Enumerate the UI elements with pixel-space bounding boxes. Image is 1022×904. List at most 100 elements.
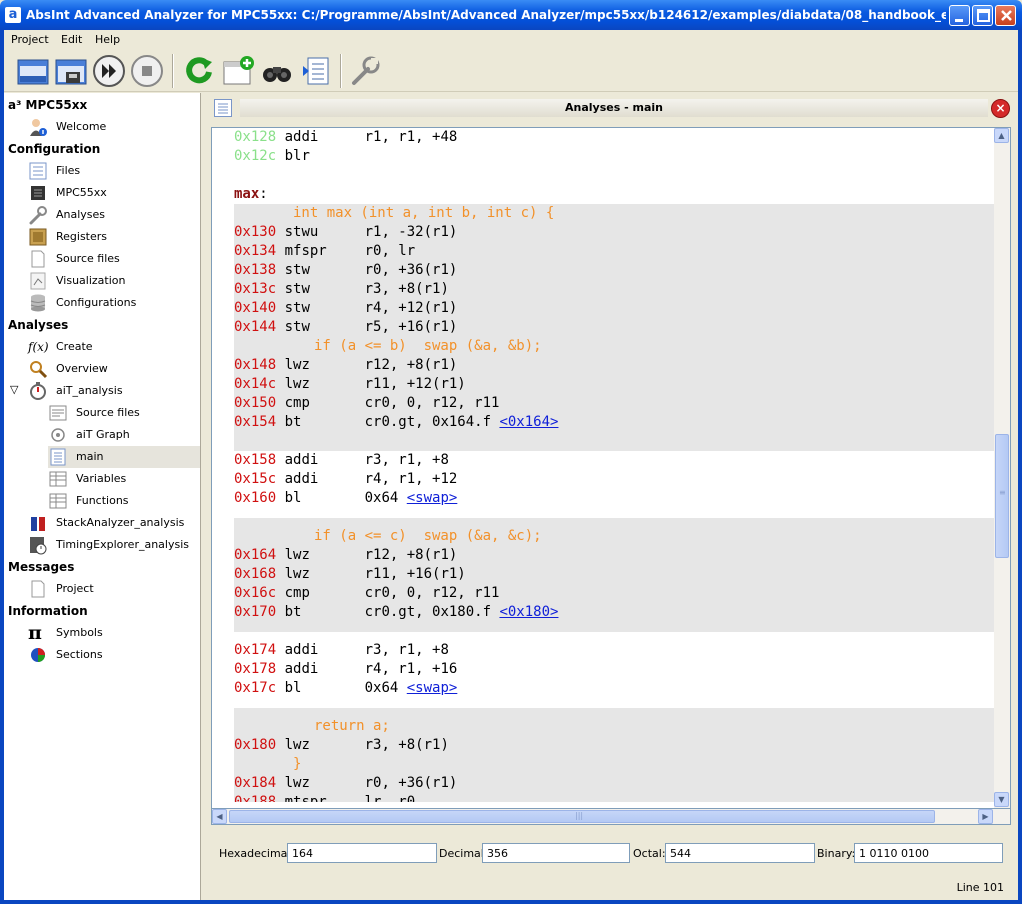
code-line: 0x144 stw r5, +16(r1) bbox=[234, 319, 458, 335]
hex-field[interactable]: 164 bbox=[287, 843, 437, 863]
register-box-icon bbox=[29, 228, 47, 246]
panel-title: Analyses - main bbox=[240, 99, 988, 117]
scroll-left-arrow-icon[interactable]: ◀ bbox=[212, 809, 227, 824]
sidebar-root-title: a³ MPC55xx bbox=[8, 98, 88, 112]
sidebar-item-welcome[interactable]: Welcome bbox=[28, 116, 200, 138]
stop-icon bbox=[131, 55, 163, 87]
code-line: 0x12c blr bbox=[234, 148, 310, 164]
code-line: 0x178 addi r4, r1, +16 bbox=[234, 661, 458, 677]
decimal-field[interactable]: 356 bbox=[482, 843, 630, 863]
close-panel-button[interactable]: × bbox=[991, 99, 1010, 118]
visualization-icon bbox=[30, 272, 46, 290]
code-line: 0x134 mfspr r0, lr bbox=[234, 243, 416, 259]
menu-help[interactable]: Help bbox=[95, 33, 120, 46]
user-info-icon bbox=[30, 119, 47, 136]
stop-button[interactable] bbox=[130, 54, 164, 88]
call-target-link[interactable]: <swap> bbox=[407, 490, 458, 506]
code-view[interactable]: 0x128 addi r1, r1, +48 0x12c blr max: int… bbox=[211, 127, 1011, 809]
window-frame-bottom bbox=[0, 900, 1022, 904]
tree-expander-icon[interactable]: ▽ bbox=[10, 383, 18, 396]
code-line: 0x170 bt cr0.gt, 0x180.f <0x180> bbox=[234, 604, 559, 620]
sidebar-item-create[interactable]: f(x) Create bbox=[28, 336, 200, 358]
scroll-down-arrow-icon[interactable]: ▼ bbox=[994, 792, 1009, 807]
title-bar: a AbsInt Advanced Analyzer for MPC55xx: … bbox=[0, 0, 1022, 30]
code-line: 0x188 mtspr lr, r0 bbox=[234, 794, 416, 802]
goto-line-button[interactable] bbox=[300, 54, 334, 88]
sidebar-item-timingexplorer[interactable]: TimingExplorer_analysis bbox=[28, 534, 200, 556]
menu-edit[interactable]: Edit bbox=[61, 33, 82, 46]
sidebar-item-stackanalyzer[interactable]: StackAnalyzer_analysis bbox=[28, 512, 200, 534]
add-analysis-button[interactable] bbox=[222, 54, 256, 88]
code-line: 0x168 lwz r11, +16(r1) bbox=[234, 566, 466, 582]
sidebar-item-analyses[interactable]: Analyses bbox=[28, 204, 200, 226]
code-line: 0x164 lwz r12, +8(r1) bbox=[234, 547, 458, 563]
sidebar-item-overview[interactable]: Overview bbox=[28, 358, 200, 380]
sidebar-section-information: Information bbox=[8, 604, 88, 618]
toolbar bbox=[4, 50, 1018, 92]
minimize-button[interactable] bbox=[949, 5, 970, 26]
window-icon bbox=[17, 59, 49, 85]
sidebar-item-project[interactable]: Project bbox=[28, 578, 200, 600]
vertical-scroll-thumb[interactable]: ≡ bbox=[995, 434, 1009, 558]
wrench-icon bbox=[29, 206, 47, 225]
pie-chart-icon bbox=[31, 648, 45, 662]
line-number-status: Line 101 bbox=[956, 881, 1004, 894]
code-line: 0x150 cmp cr0, 0, r12, r11 bbox=[234, 395, 500, 411]
search-button[interactable] bbox=[260, 54, 294, 88]
sidebar-item-main[interactable]: main bbox=[48, 446, 200, 468]
database-icon bbox=[30, 294, 46, 312]
scroll-up-arrow-icon[interactable]: ▲ bbox=[994, 128, 1009, 143]
code-line: 0x13c stw r3, +8(r1) bbox=[234, 281, 449, 297]
binary-field[interactable]: 1 0110 0100 bbox=[854, 843, 1003, 863]
source-file-icon bbox=[49, 405, 67, 421]
sidebar-item-registers[interactable]: Registers bbox=[28, 226, 200, 248]
add-window-icon bbox=[223, 56, 254, 85]
menu-project[interactable]: Project bbox=[11, 33, 49, 46]
refresh-button[interactable] bbox=[182, 54, 216, 88]
sidebar-item-ait-analysis[interactable]: aiT_analysis bbox=[28, 380, 200, 402]
sidebar-item-visualization[interactable]: Visualization bbox=[28, 270, 200, 292]
code-line: 0x130 stwu r1, -32(r1) bbox=[234, 224, 458, 240]
sidebar-item-variables[interactable]: Variables bbox=[48, 468, 200, 490]
code-line: 0x158 addi r3, r1, +8 bbox=[234, 452, 449, 468]
sidebar-item-source-files[interactable]: Source files bbox=[28, 248, 200, 270]
code-line: 0x17c bl 0x64 <swap> bbox=[234, 680, 458, 696]
sidebar-item-sections[interactable]: Sections bbox=[28, 644, 200, 666]
scroll-right-arrow-icon[interactable]: ▶ bbox=[978, 809, 993, 824]
run-button[interactable] bbox=[92, 54, 126, 88]
stopwatch-icon bbox=[30, 382, 46, 400]
document-icon bbox=[31, 580, 45, 598]
settings-button[interactable] bbox=[348, 54, 382, 88]
stack-bars-icon bbox=[31, 517, 45, 531]
sidebar-item-mpc55xx[interactable]: MPC55xx bbox=[28, 182, 200, 204]
code-line: 0x140 stw r4, +12(r1) bbox=[234, 300, 458, 316]
code-line: 0x138 stw r0, +36(r1) bbox=[234, 262, 458, 278]
maximize-icon bbox=[977, 9, 990, 22]
document-icon bbox=[31, 250, 45, 268]
call-target-link[interactable]: <swap> bbox=[407, 680, 458, 696]
chip-icon bbox=[31, 186, 45, 200]
maximize-button[interactable] bbox=[972, 5, 993, 26]
horizontal-scrollbar[interactable]: ◀ ||| ▶ bbox=[211, 809, 1011, 825]
sidebar-item-functions[interactable]: Functions bbox=[48, 490, 200, 512]
branch-target-link[interactable]: <0x180> bbox=[499, 604, 558, 620]
sidebar-item-files[interactable]: Files bbox=[28, 160, 200, 182]
save-button[interactable] bbox=[54, 54, 88, 88]
close-window-button[interactable] bbox=[995, 5, 1016, 26]
sidebar-item-symbols[interactable]: π Symbols bbox=[28, 622, 200, 644]
document-arrow-icon bbox=[303, 57, 329, 85]
horizontal-scroll-thumb[interactable]: ||| bbox=[229, 810, 935, 823]
source-line: if (a <= c) swap (&a, &c); bbox=[314, 528, 542, 544]
new-project-button[interactable] bbox=[16, 54, 50, 88]
file-list-icon bbox=[29, 162, 47, 180]
close-icon bbox=[1001, 10, 1012, 21]
vertical-scrollbar[interactable]: ▲ ≡ ▼ bbox=[994, 128, 1010, 808]
octal-field[interactable]: 544 bbox=[665, 843, 815, 863]
sidebar-section-configuration: Configuration bbox=[8, 142, 101, 156]
branch-target-link[interactable]: <0x164> bbox=[499, 414, 558, 430]
sidebar-section-analyses: Analyses bbox=[8, 318, 69, 332]
sidebar-item-ait-source-files[interactable]: Source files bbox=[48, 402, 200, 424]
sidebar-item-ait-graph[interactable]: aiT Graph bbox=[48, 424, 200, 446]
sidebar-item-configurations[interactable]: Configurations bbox=[28, 292, 200, 314]
table-icon bbox=[49, 471, 67, 487]
